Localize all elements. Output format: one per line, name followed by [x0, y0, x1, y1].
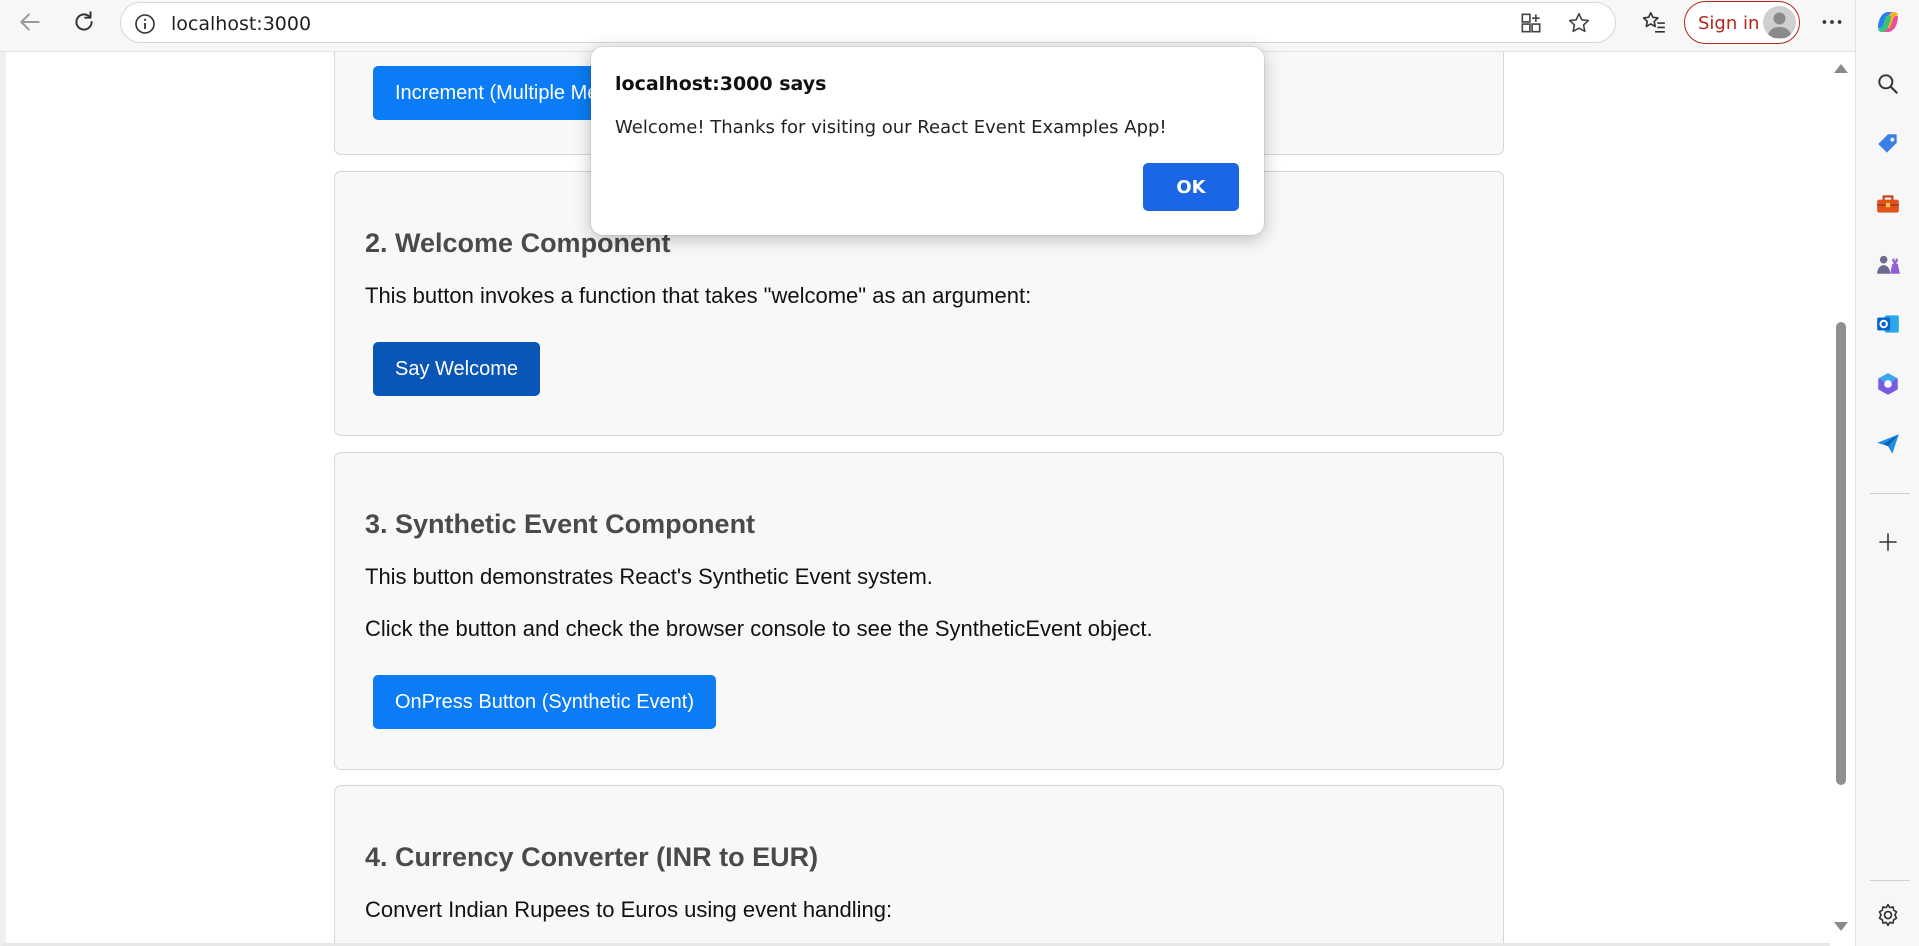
sidebar-tools-button[interactable] — [1872, 188, 1904, 220]
sidebar-add-button[interactable] — [1872, 526, 1904, 558]
avatar — [1763, 6, 1796, 39]
sidebar-settings-button[interactable] — [1872, 899, 1904, 931]
favorite-star-icon — [1568, 12, 1590, 33]
currency-converter-heading: 4. Currency Converter (INR to EUR) — [365, 842, 819, 872]
synthetic-event-heading: 3. Synthetic Event Component — [365, 509, 756, 539]
apps-button[interactable] — [1511, 3, 1551, 43]
say-welcome-button[interactable]: Say Welcome — [373, 342, 541, 396]
games-icon — [1877, 255, 1900, 274]
dialog-title: localhost:3000 says — [615, 73, 827, 95]
synthetic-event-description: This button demonstrates React's Synthet… — [365, 564, 933, 589]
sidebar-divider — [1870, 880, 1910, 881]
sidebar-search-button[interactable] — [1872, 68, 1904, 100]
copilot-button[interactable] — [1872, 6, 1904, 38]
info-icon[interactable] — [133, 12, 157, 36]
more-icon — [1822, 20, 1842, 24]
currency-converter-card: 4. Currency Converter (INR to EUR) Conve… — [334, 785, 1504, 943]
scroll-thumb[interactable] — [1836, 322, 1846, 785]
more-button[interactable] — [1812, 2, 1852, 42]
toolbox-icon — [1877, 195, 1899, 213]
synthetic-event-instructions: Click the button and check the browser c… — [365, 616, 1153, 641]
back-icon — [20, 13, 40, 31]
search-icon — [1878, 74, 1898, 94]
microsoft365-icon — [1878, 373, 1898, 395]
alert-dialog: localhost:3000 says Welcome! Thanks for … — [591, 47, 1264, 235]
currency-converter-description: Convert Indian Rupees to Euros using eve… — [365, 897, 893, 922]
favorites-button[interactable] — [1634, 2, 1674, 42]
sidebar-outlook-button[interactable] — [1872, 308, 1904, 340]
copilot-icon — [1878, 12, 1898, 32]
add-icon — [1879, 533, 1897, 551]
synthetic-event-card: 3. Synthetic Event Component This button… — [334, 452, 1504, 770]
url-text[interactable]: localhost:3000 — [171, 13, 311, 35]
sidebar-send-button[interactable] — [1872, 428, 1904, 460]
edge-sidebar — [1855, 0, 1919, 946]
browser-toolbar: localhost:3000 Sign in — [0, 0, 1919, 52]
sign-in-label: Sign in — [1698, 13, 1760, 34]
favorites-list-icon — [1642, 11, 1665, 33]
sidebar-m365-button[interactable] — [1872, 368, 1904, 400]
scroll-down-arrow[interactable] — [1834, 922, 1848, 931]
tag-icon — [1878, 134, 1897, 153]
sidebar-games-button[interactable] — [1872, 248, 1904, 280]
dialog-message: Welcome! Thanks for visiting our React E… — [615, 117, 1167, 138]
sidebar-divider — [1870, 493, 1910, 494]
refresh-button[interactable] — [64, 2, 104, 42]
address-bar[interactable]: localhost:3000 — [120, 2, 1616, 43]
sidebar-shopping-button[interactable] — [1872, 128, 1904, 160]
scroll-up-arrow[interactable] — [1834, 64, 1848, 73]
apps-icon — [1521, 13, 1541, 33]
back-button[interactable] — [10, 2, 50, 42]
refresh-icon — [75, 11, 93, 31]
welcome-description: This button invokes a function that take… — [365, 283, 1032, 308]
sign-in-button[interactable]: Sign in — [1684, 1, 1800, 44]
add-favorite-button[interactable] — [1559, 3, 1599, 43]
dialog-ok-button[interactable]: OK — [1143, 163, 1239, 211]
send-icon — [1877, 434, 1899, 454]
onpress-button[interactable]: OnPress Button (Synthetic Event) — [373, 675, 717, 729]
page-scrollbar[interactable] — [1830, 52, 1852, 946]
outlook-icon — [1877, 315, 1899, 333]
settings-icon — [1878, 903, 1898, 927]
